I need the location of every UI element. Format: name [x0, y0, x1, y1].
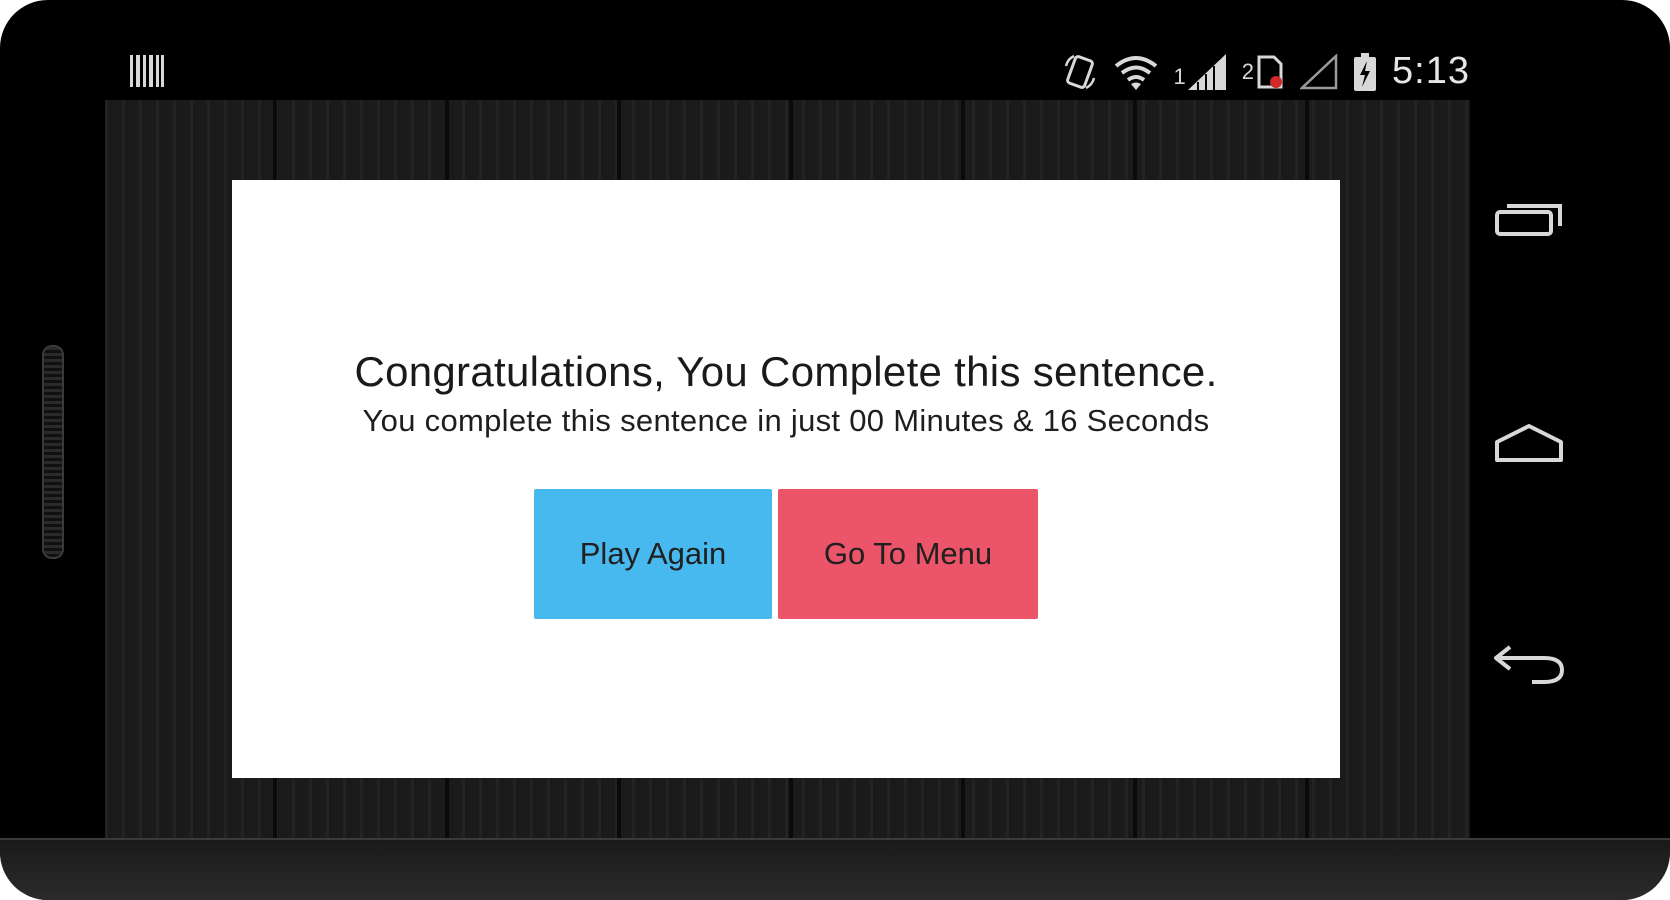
home-icon [1494, 422, 1564, 469]
sim-card-icon [1256, 54, 1284, 90]
home-button[interactable] [1484, 410, 1574, 480]
back-button[interactable] [1484, 630, 1574, 700]
status-bar: 1 2 5:13 [105, 40, 1470, 100]
signal-empty-icon [1300, 53, 1338, 90]
battery-charging-icon [1354, 52, 1377, 91]
signal-icon [1187, 53, 1226, 90]
navigation-bar [1470, 100, 1610, 860]
rotate-screen-icon [1062, 52, 1098, 92]
barcode-icon [130, 54, 164, 97]
congratulations-title: Congratulations, You Complete this sente… [354, 348, 1218, 395]
recent-apps-icon [1494, 198, 1564, 243]
app-screen: Congratulations, You Complete this sente… [105, 100, 1470, 860]
recent-apps-button[interactable] [1484, 185, 1574, 255]
sim1-label: 1 [1173, 63, 1186, 89]
status-clock: 5:13 [1392, 50, 1470, 92]
completion-dialog: Congratulations, You Complete this sente… [232, 180, 1340, 778]
play-again-button[interactable]: Play Again [534, 489, 772, 619]
volume-button[interactable] [42, 345, 64, 559]
sim2-label: 2 [1241, 58, 1255, 84]
phone-bottom-rim [0, 838, 1670, 900]
phone-frame: 1 2 5:13 Congratulations, You Complete t… [0, 0, 1670, 900]
completion-time-text: You complete this sentence in just 00 Mi… [362, 403, 1210, 438]
wifi-icon [1114, 54, 1158, 90]
back-icon [1492, 641, 1566, 690]
go-to-menu-button[interactable]: Go To Menu [778, 489, 1038, 619]
